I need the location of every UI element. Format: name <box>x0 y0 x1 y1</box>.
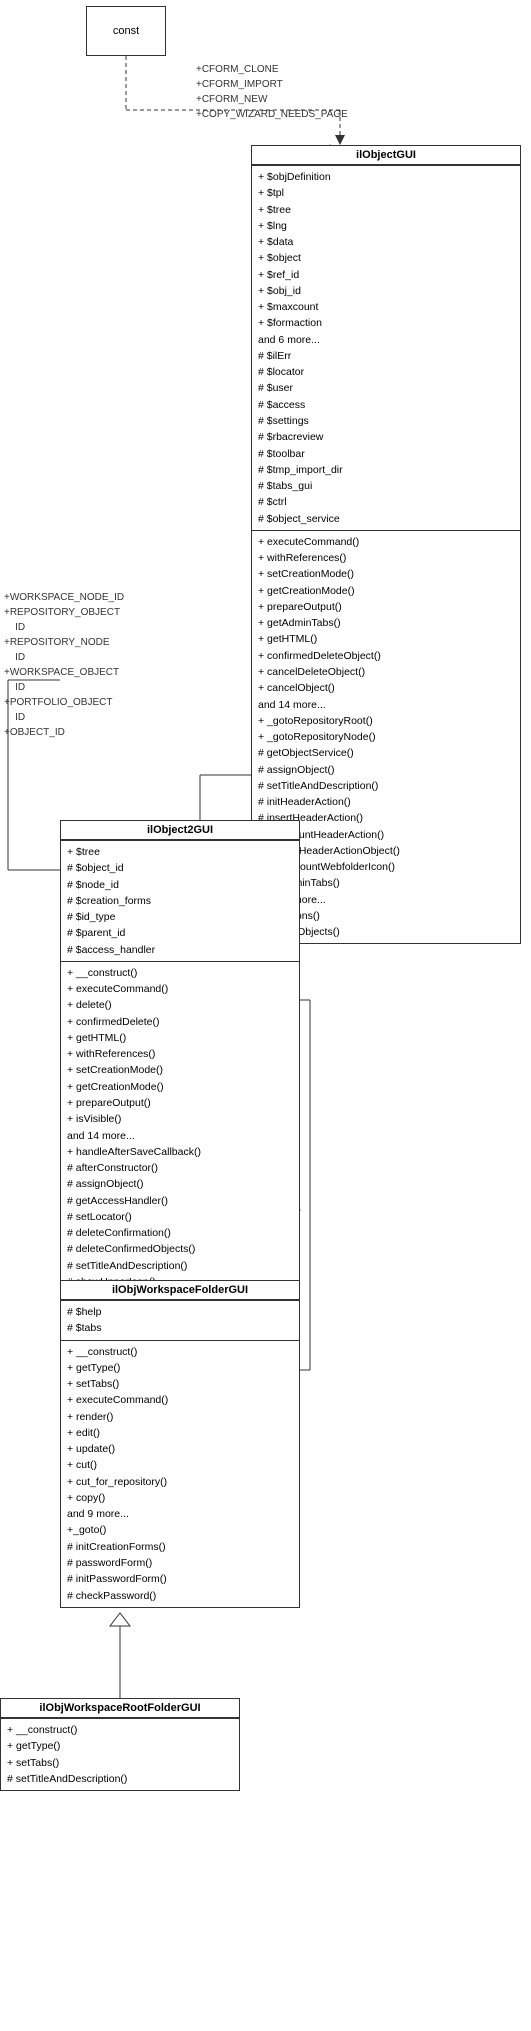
ilObjWorkspaceFolderGUI-methods: + __construct() + getType() + setTabs() … <box>61 1340 299 1607</box>
ilObjWorkspaceRootFolderGUI-title: ilObjWorkspaceRootFolderGUI <box>1 1699 239 1718</box>
ilObjectGUI-fields: + $objDefinition + $tpl + $tree + $lng +… <box>252 165 520 530</box>
ilObjWorkspaceFolderGUI-title: ilObjWorkspaceFolderGUI <box>61 1281 299 1300</box>
workspace-constants-label: +WORKSPACE_NODE_ID +REPOSITORY_OBJECT ID… <box>4 590 124 740</box>
ilObjWorkspaceRootFolderGUI-box: ilObjWorkspaceRootFolderGUI + __construc… <box>0 1698 240 1791</box>
ilObjWorkspaceFolderGUI-box: ilObjWorkspaceFolderGUI # $help # $tabs … <box>60 1280 300 1608</box>
cform-label: +CFORM_CLONE +CFORM_IMPORT +CFORM_NEW +C… <box>196 62 348 122</box>
ilObject2GUI-title: ilObject2GUI <box>61 821 299 840</box>
const-label: const <box>113 25 139 37</box>
ilObjWorkspaceRootFolderGUI-methods: + __construct() + getType() + setTabs() … <box>1 1718 239 1790</box>
ilObject2GUI-box: ilObject2GUI + $tree # $object_id # $nod… <box>60 820 300 1359</box>
ilObjWorkspaceFolderGUI-fields: # $help # $tabs <box>61 1300 299 1340</box>
ilObjectGUI-title: ilObjectGUI <box>252 146 520 165</box>
ilObject2GUI-fields: + $tree # $object_id # $node_id # $creat… <box>61 840 299 961</box>
diagram-container: const +CFORM_CLONE +CFORM_IMPORT +CFORM_… <box>0 0 531 2031</box>
const-box: const <box>86 6 166 56</box>
